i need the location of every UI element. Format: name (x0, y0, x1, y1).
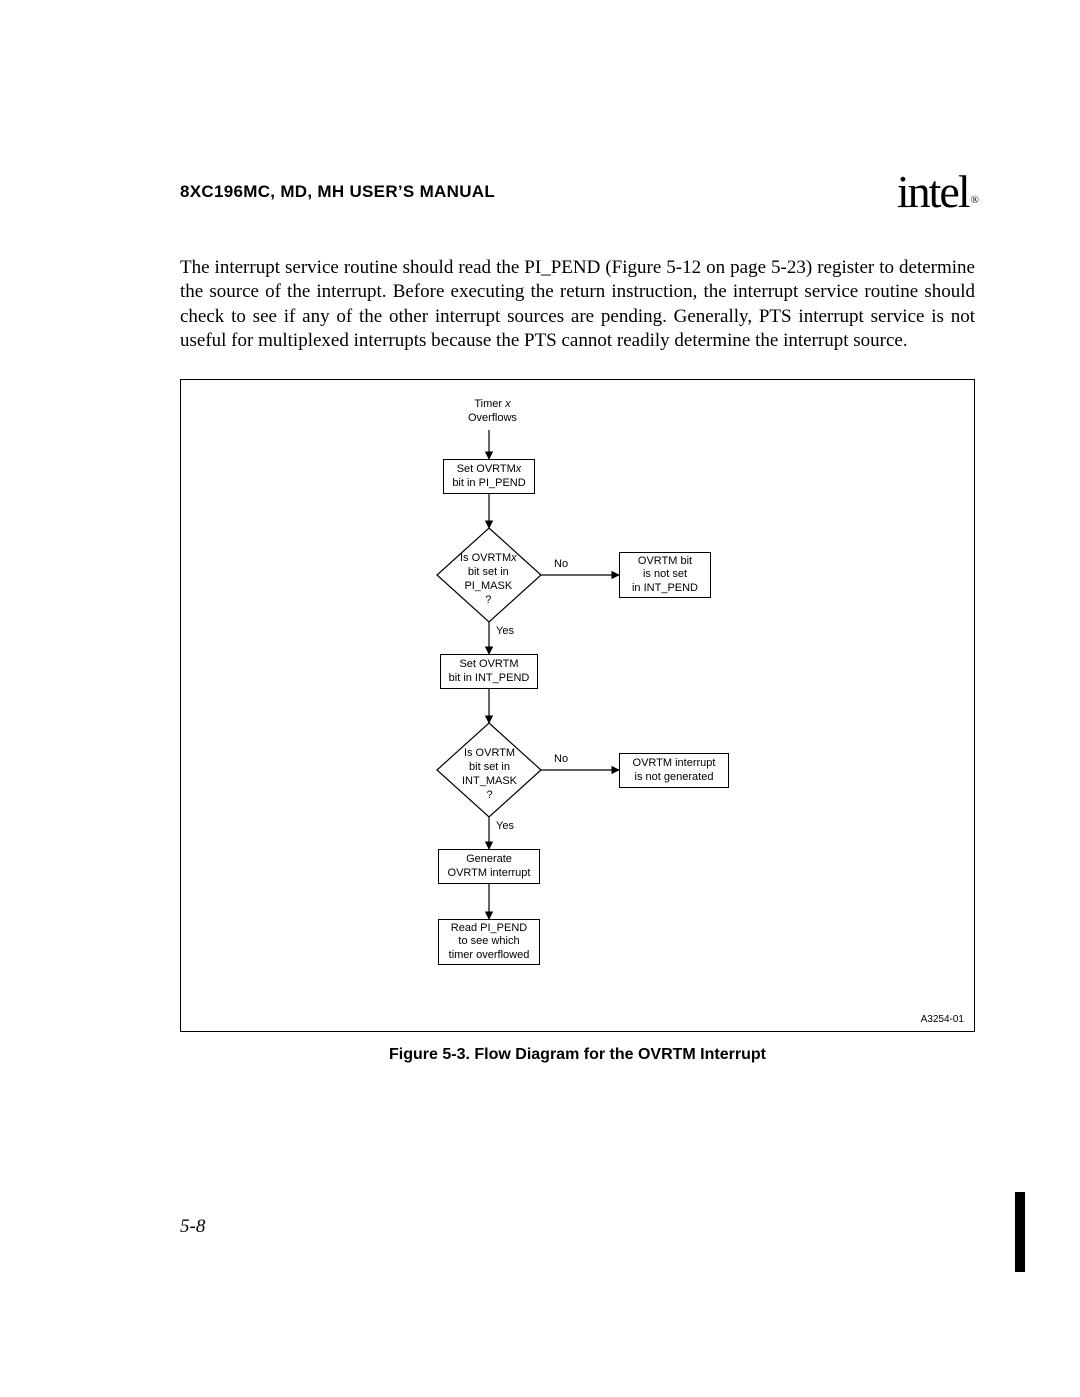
flow-box-notset-intpend: OVRTM bit is not set in INT_PEND (619, 552, 711, 598)
manual-title: 8XC196MC, MD, MH USER’S MANUAL (180, 182, 495, 202)
flow-box-no-interrupt: OVRTM interrupt is not generated (619, 753, 729, 788)
flow-decision-pimask: Is OVRTMx bit set in PI_MASK ? (460, 552, 517, 607)
page-header: 8XC196MC, MD, MH USER’S MANUAL intel® (180, 165, 975, 218)
body-paragraph: The interrupt service routine should rea… (180, 256, 975, 353)
figure-frame: Timer x Overflows Set OVRTMx bit in PI_P… (180, 379, 975, 1032)
flow-label-yes-1: Yes (496, 625, 514, 639)
flow-box-set-intpend: Set OVRTM bit in INT_PEND (440, 654, 538, 689)
figure-caption: Figure 5-3. Flow Diagram for the OVRTM I… (180, 1046, 975, 1064)
flow-decision-intmask: Is OVRTM bit set in INT_MASK ? (462, 747, 517, 802)
flow-box-read-pipend: Read PI_PEND to see which timer overflow… (438, 919, 540, 965)
intel-logo: intel® (897, 165, 975, 218)
flow-box-generate: Generate OVRTM interrupt (438, 849, 540, 884)
flow-start: Timer x Overflows (468, 398, 517, 426)
intel-logo-text: intel (897, 165, 969, 218)
page-number: 5-8 (180, 1216, 205, 1238)
figure-id: A3254-01 (921, 1014, 964, 1025)
crop-mark-icon (1015, 1192, 1025, 1272)
flow-label-no-1: No (554, 558, 568, 572)
flowchart-connectors (181, 380, 974, 1031)
flow-label-no-2: No (554, 753, 568, 767)
flow-box-set-ovrtmx: Set OVRTMx bit in PI_PEND (443, 459, 535, 494)
flow-label-yes-2: Yes (496, 820, 514, 834)
registered-mark: ® (971, 194, 977, 206)
